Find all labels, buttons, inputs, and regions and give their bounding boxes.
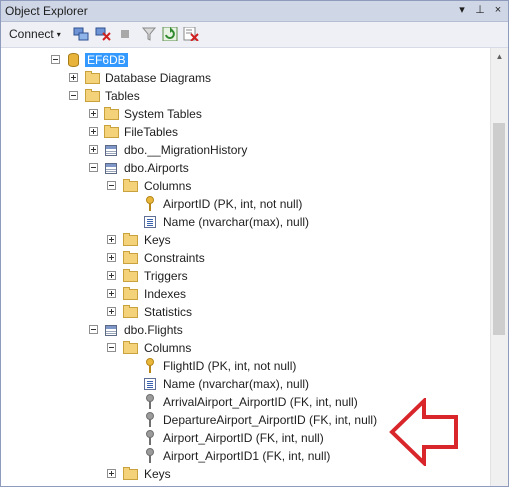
- foreign-key-icon: [146, 430, 154, 446]
- folder-icon: [123, 305, 138, 318]
- folder-icon: [123, 269, 138, 282]
- primary-key-icon: [146, 196, 154, 212]
- scroll-up-icon[interactable]: ▲: [491, 48, 508, 65]
- expand-toggle[interactable]: [107, 235, 116, 244]
- tree-node-label: Constraints: [144, 251, 205, 265]
- collapse-toggle[interactable]: [51, 55, 60, 64]
- pin-icon[interactable]: ⊥: [474, 3, 486, 17]
- folder-icon: [123, 341, 138, 354]
- tree-node-label: dbo.Airports: [124, 161, 189, 175]
- tree-node-label: FlightID (PK, int, not null): [163, 359, 297, 373]
- vertical-scrollbar[interactable]: ▲: [490, 48, 508, 486]
- tree-node-label: Keys: [144, 467, 171, 481]
- refresh-icon[interactable]: [162, 27, 178, 41]
- tree-node-label: DepartureAirport_AirportID (FK, int, nul…: [163, 413, 378, 427]
- scrollbar-thumb[interactable]: [493, 123, 505, 335]
- object-explorer-window: Object Explorer ▾ ⊥ × Connect ▾ EF6DB Da…: [0, 0, 509, 487]
- collapse-toggle[interactable]: [107, 343, 116, 352]
- disconnect-icon[interactable]: [95, 27, 111, 41]
- tree-node-label: Columns: [144, 179, 192, 193]
- left-arrow-annotation-icon: [389, 398, 458, 466]
- folder-icon: [123, 179, 138, 192]
- toolbar: Connect ▾: [1, 22, 508, 48]
- close-icon[interactable]: ×: [492, 3, 504, 17]
- tree-node-label: FileTables: [124, 125, 179, 139]
- column-icon: [144, 216, 156, 228]
- window-title: Object Explorer: [5, 4, 88, 18]
- filter-icon[interactable]: [141, 27, 157, 41]
- expand-toggle[interactable]: [107, 469, 116, 478]
- column-icon: [144, 378, 156, 390]
- tree-node-label: Keys: [144, 233, 171, 247]
- expand-toggle[interactable]: [107, 289, 116, 298]
- folder-icon: [85, 89, 100, 102]
- expand-toggle[interactable]: [89, 127, 98, 136]
- activity-monitor-icon[interactable]: [183, 27, 199, 41]
- folder-icon: [123, 467, 138, 480]
- foreign-key-icon: [146, 448, 154, 464]
- title-buttons: ▾ ⊥ ×: [456, 3, 504, 17]
- tree-node-label: dbo.__MigrationHistory: [124, 143, 248, 157]
- expand-toggle[interactable]: [69, 73, 78, 82]
- foreign-key-icon: [146, 412, 154, 428]
- expand-toggle[interactable]: [107, 307, 116, 316]
- dropdown-icon[interactable]: ▾: [456, 3, 468, 17]
- expand-toggle[interactable]: [89, 109, 98, 118]
- tree-node-label: Triggers: [144, 269, 188, 283]
- folder-icon: [123, 287, 138, 300]
- connect-button[interactable]: Connect ▾: [9, 27, 61, 41]
- tree-node-label: Database Diagrams: [105, 71, 212, 85]
- tree-node-label: Airport_AirportID (FK, int, null): [163, 431, 324, 445]
- folder-icon: [123, 251, 138, 264]
- title-bar: Object Explorer ▾ ⊥ ×: [1, 1, 508, 22]
- tree-node-label: Name (nvarchar(max), null): [163, 377, 310, 391]
- foreign-key-icon: [146, 394, 154, 410]
- collapse-toggle[interactable]: [107, 181, 116, 190]
- tree-node-label: Columns: [144, 341, 192, 355]
- tree-node-label: ArrivalAirport_AirportID (FK, int, null): [163, 395, 358, 409]
- database-icon: [68, 53, 79, 67]
- tree-node-label: EF6DB: [85, 53, 128, 67]
- collapse-toggle[interactable]: [89, 163, 98, 172]
- tree-node-label: System Tables: [124, 107, 202, 121]
- table-icon: [105, 145, 117, 156]
- table-icon: [105, 325, 117, 336]
- tree-node-label: Tables: [105, 89, 140, 103]
- table-icon: [105, 163, 117, 174]
- stop-icon[interactable]: [117, 27, 133, 41]
- tree-node-label: dbo.Flights: [124, 323, 183, 337]
- chevron-down-icon: ▾: [56, 29, 61, 39]
- primary-key-icon: [146, 358, 154, 374]
- folder-icon: [123, 233, 138, 246]
- connect-object-explorer-icon[interactable]: [73, 27, 89, 41]
- tree-node-label: Airport_AirportID1 (FK, int, null): [163, 449, 331, 463]
- tree-node-label: Indexes: [144, 287, 187, 301]
- folder-icon: [85, 71, 100, 84]
- tree-node-label: Name (nvarchar(max), null): [163, 215, 310, 229]
- folder-icon: [104, 125, 119, 138]
- tree-node-label: Statistics: [144, 305, 193, 319]
- expand-toggle[interactable]: [89, 145, 98, 154]
- collapse-toggle[interactable]: [89, 325, 98, 334]
- connect-label: Connect: [9, 27, 54, 41]
- tree-node-label: AirportID (PK, int, not null): [163, 197, 303, 211]
- expand-toggle[interactable]: [107, 253, 116, 262]
- folder-icon: [104, 107, 119, 120]
- collapse-toggle[interactable]: [69, 91, 78, 100]
- expand-toggle[interactable]: [107, 271, 116, 280]
